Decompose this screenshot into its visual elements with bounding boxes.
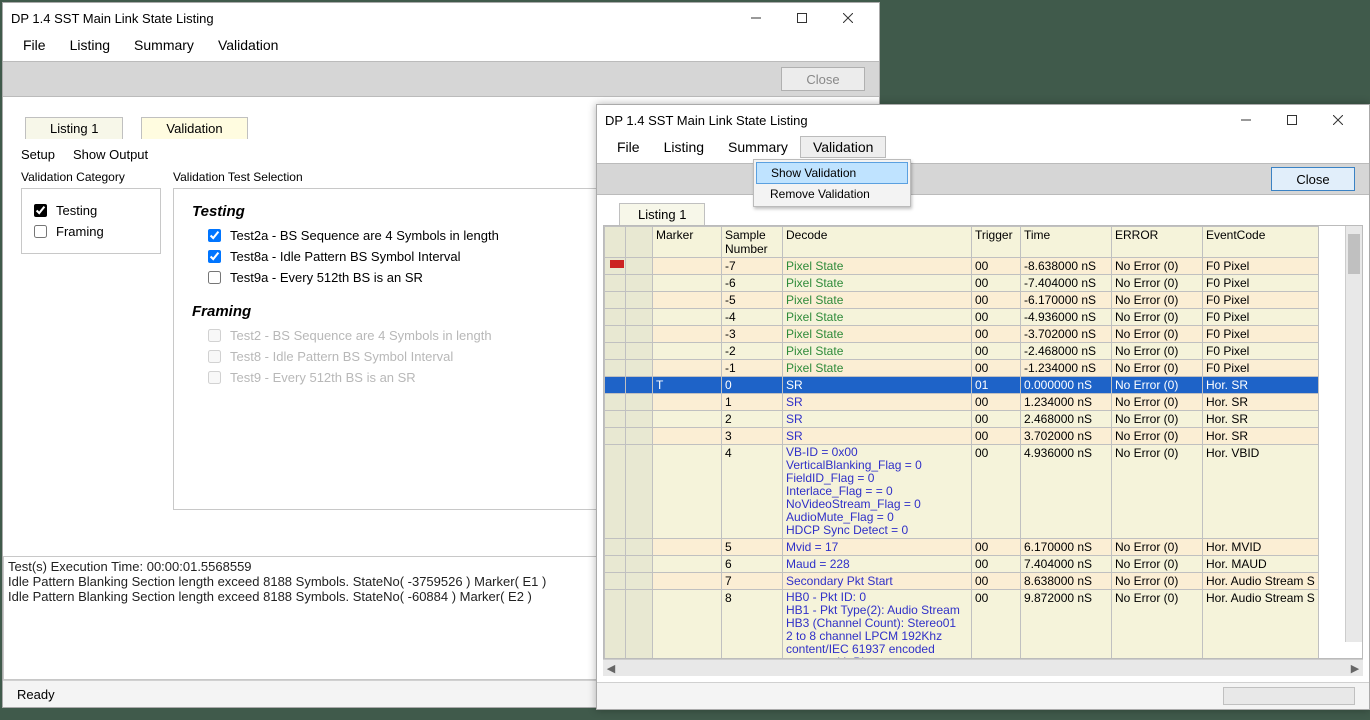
close-icon[interactable]	[825, 3, 871, 33]
scroll-left-icon[interactable]: ◀	[603, 662, 619, 675]
col-trigger[interactable]: Trigger	[972, 227, 1021, 258]
col-error[interactable]: ERROR	[1112, 227, 1203, 258]
table-header-row: Marker Sample Number Decode Trigger Time…	[605, 227, 1319, 258]
subbar-show-output[interactable]: Show Output	[73, 147, 148, 162]
close-icon[interactable]	[1315, 105, 1361, 135]
category-framing[interactable]: Framing	[30, 222, 152, 241]
tab-listing1[interactable]: Listing 1	[619, 203, 705, 225]
titlebar-win1: DP 1.4 SST Main Link State Listing	[3, 3, 879, 33]
close-button[interactable]: Close	[1271, 167, 1355, 191]
table-row[interactable]: -7Pixel State00-8.638000 nSNo Error (0)F…	[605, 258, 1319, 275]
table-row[interactable]: 1SR001.234000 nSNo Error (0)Hor. SR	[605, 394, 1319, 411]
menu-validation[interactable]: Validation	[206, 35, 290, 55]
col-marker[interactable]: Marker	[653, 227, 722, 258]
table-row[interactable]: -3Pixel State00-3.702000 nSNo Error (0)F…	[605, 326, 1319, 343]
table-row[interactable]: -6Pixel State00-7.404000 nSNo Error (0)F…	[605, 275, 1319, 292]
maximize-icon[interactable]	[1269, 105, 1315, 135]
dropdown-remove-validation[interactable]: Remove Validation	[756, 184, 908, 204]
data-grid[interactable]: Marker Sample Number Decode Trigger Time…	[603, 225, 1363, 659]
toolbar-win1: Close	[3, 61, 879, 97]
table-row[interactable]: 8HB0 - Pkt ID: 0HB1 - Pkt Type(2): Audio…	[605, 590, 1319, 659]
minimize-icon[interactable]	[733, 3, 779, 33]
validation-category-box: Testing Framing	[21, 188, 161, 254]
menu-listing[interactable]: Listing	[58, 35, 122, 55]
vertical-scrollbar[interactable]	[1345, 226, 1362, 642]
table-row[interactable]: -1Pixel State00-1.234000 nSNo Error (0)F…	[605, 360, 1319, 377]
window-title: DP 1.4 SST Main Link State Listing	[605, 113, 1223, 128]
col-sample[interactable]: Sample Number	[722, 227, 783, 258]
maximize-icon[interactable]	[779, 3, 825, 33]
table-row[interactable]: 7Secondary Pkt Start008.638000 nSNo Erro…	[605, 573, 1319, 590]
row-marker-icon	[610, 260, 624, 268]
toolbar-win2: Close	[597, 163, 1369, 195]
window-title: DP 1.4 SST Main Link State Listing	[11, 11, 733, 26]
menu-listing[interactable]: Listing	[652, 137, 716, 157]
menu-file[interactable]: File	[11, 35, 58, 55]
table-row[interactable]: -5Pixel State00-6.170000 nSNo Error (0)F…	[605, 292, 1319, 309]
menu-summary[interactable]: Summary	[122, 35, 206, 55]
table-row[interactable]: -2Pixel State00-2.468000 nSNo Error (0)F…	[605, 343, 1319, 360]
minimize-icon[interactable]	[1223, 105, 1269, 135]
statusbar-win2	[597, 682, 1369, 709]
progress-box	[1223, 687, 1355, 705]
col-decode[interactable]: Decode	[783, 227, 972, 258]
titlebar-win2: DP 1.4 SST Main Link State Listing	[597, 105, 1369, 135]
category-framing-checkbox[interactable]	[34, 225, 47, 238]
table-row[interactable]: 2SR002.468000 nSNo Error (0)Hor. SR	[605, 411, 1319, 428]
menubar-win1: File Listing Summary Validation	[3, 33, 879, 61]
col-time[interactable]: Time	[1021, 227, 1112, 258]
table-row[interactable]: T0SR010.000000 nSNo Error (0)Hor. SR	[605, 377, 1319, 394]
status-text: Ready	[17, 687, 55, 702]
col-event[interactable]: EventCode	[1203, 227, 1319, 258]
tab-listing1[interactable]: Listing 1	[25, 117, 123, 139]
subbar-setup[interactable]: Setup	[21, 147, 55, 162]
scroll-right-icon[interactable]: ▶	[1347, 662, 1363, 675]
dropdown-show-validation[interactable]: Show Validation	[756, 162, 908, 184]
table-row[interactable]: 5Mvid = 17006.170000 nSNo Error (0)Hor. …	[605, 539, 1319, 556]
validation-dropdown: Show Validation Remove Validation	[753, 159, 911, 207]
category-testing[interactable]: Testing	[30, 201, 152, 220]
tab-validation[interactable]: Validation	[141, 117, 247, 139]
menu-file[interactable]: File	[605, 137, 652, 157]
table-row[interactable]: -4Pixel State00-4.936000 nSNo Error (0)F…	[605, 309, 1319, 326]
table-row[interactable]: 4VB-ID = 0x00 VerticalBlanking_Flag = 0 …	[605, 445, 1319, 539]
menu-summary[interactable]: Summary	[716, 137, 800, 157]
table-row[interactable]: 3SR003.702000 nSNo Error (0)Hor. SR	[605, 428, 1319, 445]
menu-validation[interactable]: Validation	[800, 136, 886, 158]
close-button[interactable]: Close	[781, 67, 865, 91]
horizontal-scrollbar[interactable]: ◀ ▶	[603, 659, 1363, 676]
validation-category-label: Validation Category	[21, 170, 161, 184]
menubar-win2: File Listing Summary Validation Show Val…	[597, 135, 1369, 163]
table-row[interactable]: 6Maud = 228007.404000 nSNo Error (0)Hor.…	[605, 556, 1319, 573]
category-testing-checkbox[interactable]	[34, 204, 47, 217]
